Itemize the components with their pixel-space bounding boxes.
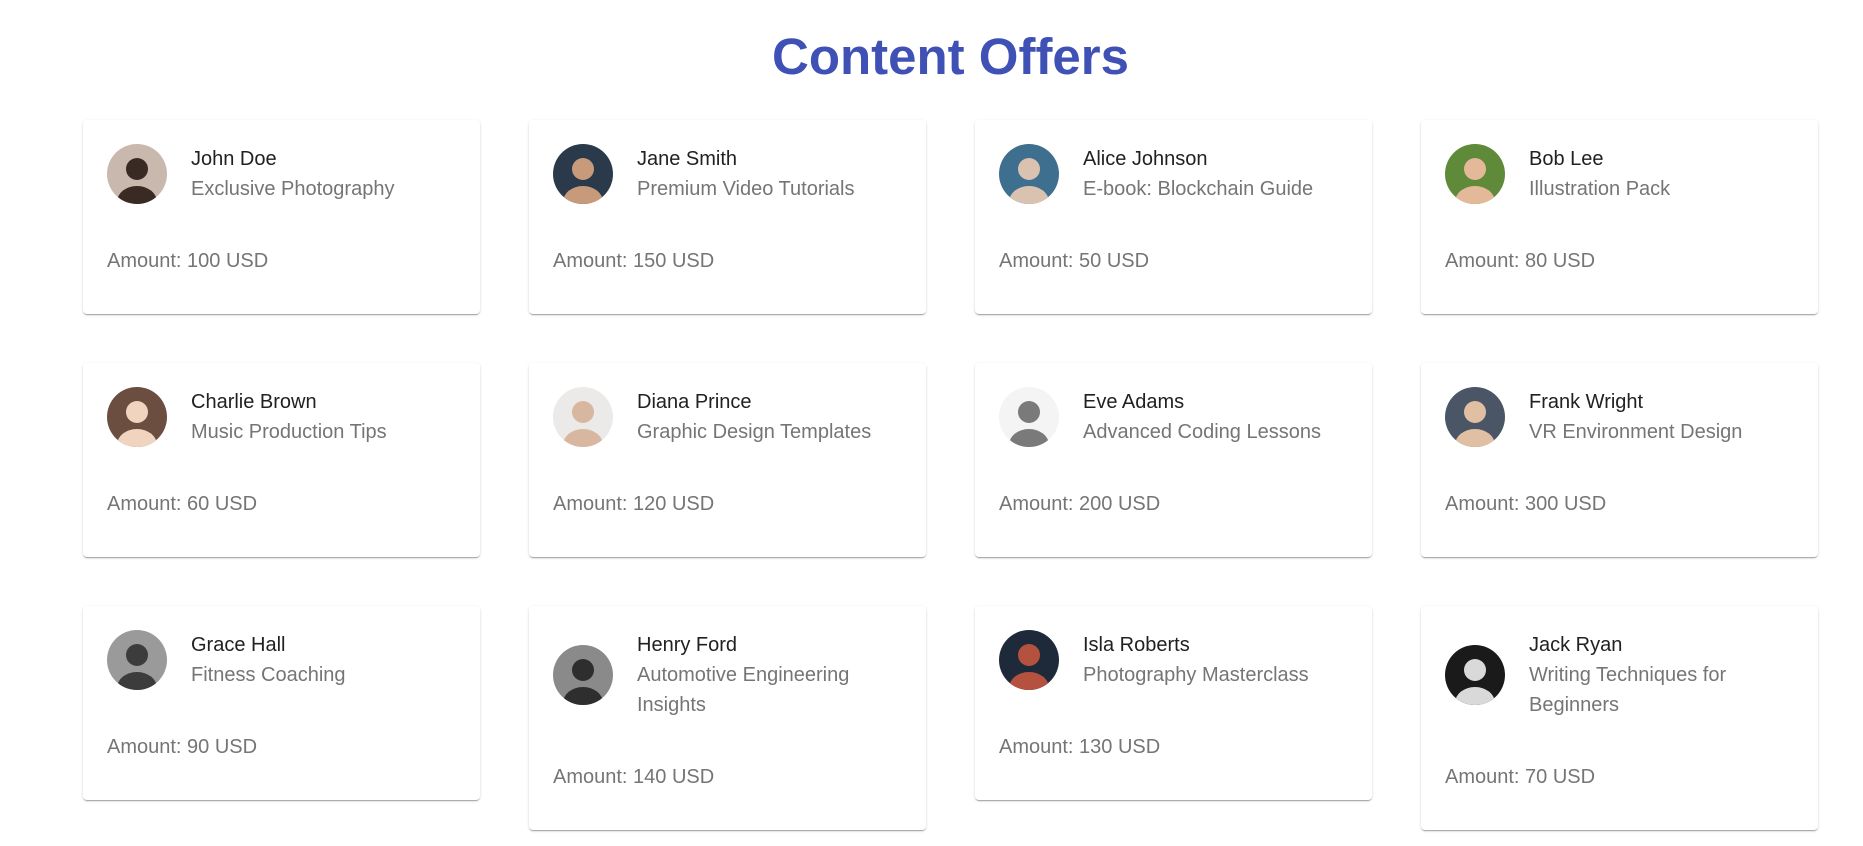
avatar [1445, 144, 1505, 204]
offer-amount: Amount: 70 USD [1445, 766, 1596, 788]
creator-name: Bob Lee [1529, 148, 1604, 170]
person-avatar-icon [999, 144, 1059, 204]
offer-amount: Amount: 60 USD [107, 493, 258, 515]
person-avatar-icon [1445, 387, 1505, 447]
avatar [107, 144, 167, 204]
creator-name: Jane Smith [637, 148, 738, 170]
avatar [1445, 387, 1505, 447]
offer-amount: Amount: 130 USD [999, 736, 1161, 758]
offer-card-text: Frank Wright VR Environment Design [1529, 387, 1742, 447]
offer-card-text: Bob Lee Illustration Pack [1529, 144, 1670, 204]
person-avatar-icon [553, 387, 613, 447]
offer-amount: Amount: 150 USD [553, 250, 715, 272]
avatar [107, 387, 167, 447]
offer-card-header: Isla Roberts Photography Masterclass [999, 630, 1348, 690]
offer-amount: Amount: 80 USD [1445, 250, 1596, 272]
offer-card-text: Diana Prince Graphic Design Templates [637, 387, 871, 447]
avatar [999, 387, 1059, 447]
person-avatar-icon [1445, 144, 1505, 204]
offer-card-header: Henry Ford Automotive Engineering Insigh… [553, 630, 902, 720]
offer-card-text: Alice Johnson E-book: Blockchain Guide [1083, 144, 1313, 204]
offer-amount: Amount: 300 USD [1445, 493, 1607, 515]
offer-card-header: Alice Johnson E-book: Blockchain Guide [999, 144, 1348, 204]
offer-title: Premium Video Tutorials [637, 178, 855, 200]
offer-title: Illustration Pack [1529, 178, 1671, 200]
avatar [107, 630, 167, 690]
offer-amount: Amount: 100 USD [107, 250, 269, 272]
offer-title: Advanced Coding Lessons [1083, 421, 1321, 443]
person-avatar-icon [1445, 645, 1505, 705]
offer-card-text: Charlie Brown Music Production Tips [191, 387, 387, 447]
offer-title: E-book: Blockchain Guide [1083, 178, 1314, 200]
offer-card-header: Jack Ryan Writing Techniques for Beginne… [1445, 630, 1794, 720]
offer-card[interactable]: John Doe Exclusive Photography Amount: 1… [83, 120, 480, 314]
offer-card-text: Isla Roberts Photography Masterclass [1083, 630, 1309, 690]
creator-name: Frank Wright [1529, 391, 1644, 413]
person-avatar-icon [553, 144, 613, 204]
offer-card[interactable]: Isla Roberts Photography Masterclass Amo… [975, 606, 1372, 800]
creator-name: John Doe [191, 148, 277, 170]
offer-card-header: Frank Wright VR Environment Design [1445, 387, 1794, 447]
offer-card-header: Grace Hall Fitness Coaching [107, 630, 456, 690]
offer-title: Fitness Coaching [191, 664, 346, 686]
creator-name: Charlie Brown [191, 391, 317, 413]
offer-amount: Amount: 90 USD [107, 736, 258, 758]
offer-card-text: Jane Smith Premium Video Tutorials [637, 144, 855, 204]
person-avatar-icon [999, 630, 1059, 690]
offer-card-header: Diana Prince Graphic Design Templates [553, 387, 902, 447]
avatar [999, 144, 1059, 204]
offer-card-text: Henry Ford Automotive Engineering Insigh… [637, 630, 902, 720]
offer-title: Automotive Engineering Insights [637, 664, 850, 716]
creator-name: Henry Ford [637, 634, 738, 656]
page-title: Content Offers [772, 28, 1129, 85]
offer-card[interactable]: Alice Johnson E-book: Blockchain Guide A… [975, 120, 1372, 314]
creator-name: Eve Adams [1083, 391, 1185, 413]
creator-name: Grace Hall [191, 634, 286, 656]
offer-card[interactable]: Jack Ryan Writing Techniques for Beginne… [1421, 606, 1818, 830]
avatar [553, 387, 613, 447]
avatar [553, 645, 613, 705]
avatar [999, 630, 1059, 690]
offer-amount: Amount: 50 USD [999, 250, 1150, 272]
person-avatar-icon [107, 144, 167, 204]
offer-card-text: Jack Ryan Writing Techniques for Beginne… [1529, 630, 1794, 720]
creator-name: Alice Johnson [1083, 148, 1208, 170]
offer-card-header: Eve Adams Advanced Coding Lessons [999, 387, 1348, 447]
content-offers-page: Content Offers John Doe Exclusive Photog… [0, 0, 1863, 846]
offer-card-text: Eve Adams Advanced Coding Lessons [1083, 387, 1321, 447]
offer-title: Photography Masterclass [1083, 664, 1309, 686]
offer-card[interactable]: Frank Wright VR Environment Design Amoun… [1421, 363, 1818, 557]
offer-title: Graphic Design Templates [637, 421, 872, 443]
offer-card-header: John Doe Exclusive Photography [107, 144, 456, 204]
offer-card[interactable]: Grace Hall Fitness Coaching Amount: 90 U… [83, 606, 480, 800]
offer-amount: Amount: 120 USD [553, 493, 715, 515]
offer-card[interactable]: Charlie Brown Music Production Tips Amou… [83, 363, 480, 557]
offer-title: VR Environment Design [1529, 421, 1743, 443]
avatar [553, 144, 613, 204]
offer-card-text: John Doe Exclusive Photography [191, 144, 394, 204]
offer-card-text: Grace Hall Fitness Coaching [191, 630, 346, 690]
offer-card-header: Bob Lee Illustration Pack [1445, 144, 1794, 204]
offer-amount: Amount: 140 USD [553, 766, 715, 788]
person-avatar-icon [999, 387, 1059, 447]
person-avatar-icon [107, 387, 167, 447]
offer-title: Music Production Tips [191, 421, 387, 443]
offer-title: Exclusive Photography [191, 178, 395, 200]
creator-name: Jack Ryan [1529, 634, 1623, 656]
offer-title: Writing Techniques for Beginners [1529, 664, 1727, 716]
offer-card[interactable]: Henry Ford Automotive Engineering Insigh… [529, 606, 926, 830]
person-avatar-icon [553, 645, 613, 705]
avatar [1445, 645, 1505, 705]
offer-card[interactable]: Bob Lee Illustration Pack Amount: 80 USD [1421, 120, 1818, 314]
offer-grid: John Doe Exclusive Photography Amount: 1… [83, 120, 1827, 830]
offer-card[interactable]: Diana Prince Graphic Design Templates Am… [529, 363, 926, 557]
offer-card-header: Jane Smith Premium Video Tutorials [553, 144, 902, 204]
offer-card[interactable]: Jane Smith Premium Video Tutorials Amoun… [529, 120, 926, 314]
person-avatar-icon [107, 630, 167, 690]
offer-card[interactable]: Eve Adams Advanced Coding Lessons Amount… [975, 363, 1372, 557]
offer-amount: Amount: 200 USD [999, 493, 1161, 515]
creator-name: Diana Prince [637, 391, 752, 413]
creator-name: Isla Roberts [1083, 634, 1190, 656]
offer-card-header: Charlie Brown Music Production Tips [107, 387, 456, 447]
